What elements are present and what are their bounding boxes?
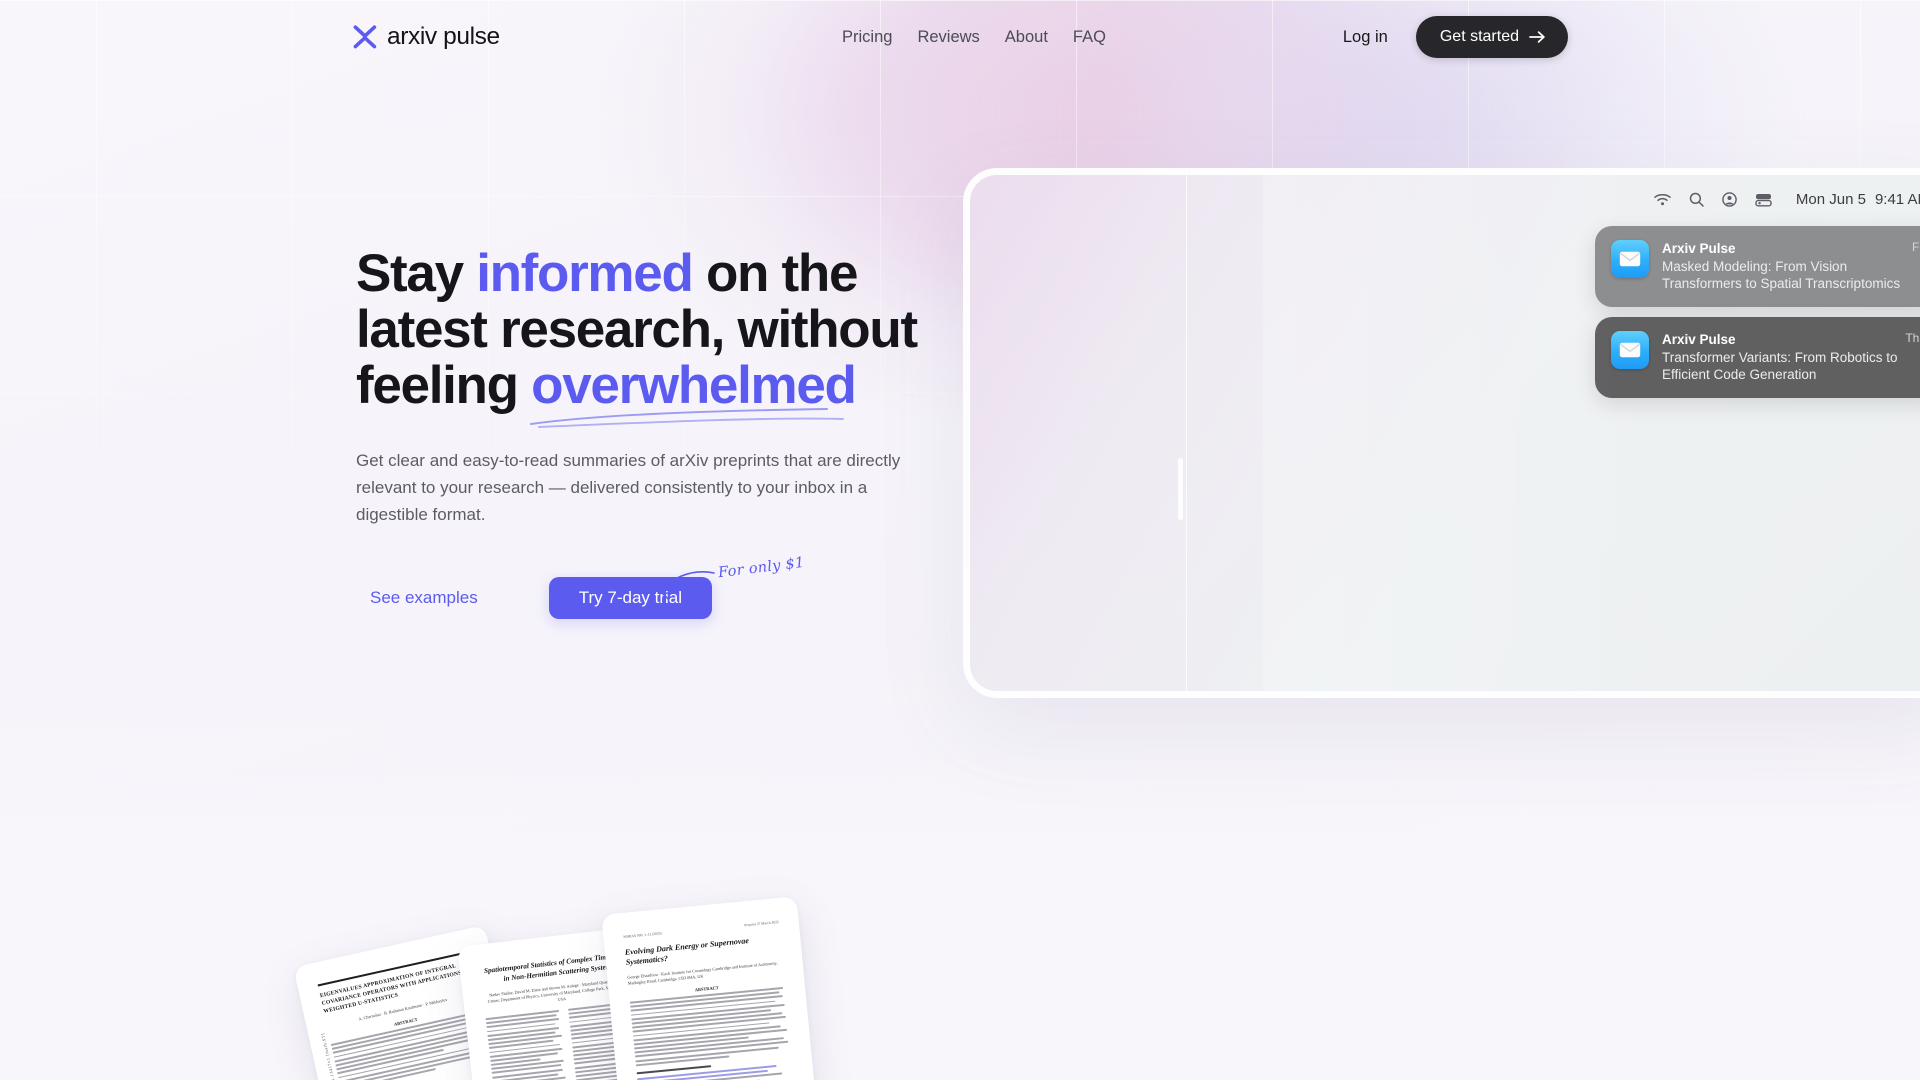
mail-icon xyxy=(1611,240,1649,278)
brand-logo[interactable]: arxiv pulse xyxy=(352,23,500,51)
paper-preview-group: arXiv:2501.13417v1 [math.ST] Eigenvalues… xyxy=(293,896,880,1080)
notification-item[interactable]: Arxiv Pulse Masked Modeling: From Vision… xyxy=(1595,226,1920,307)
x-logo-icon xyxy=(353,25,377,49)
notification-item[interactable]: Arxiv Pulse Transformer Variants: From R… xyxy=(1595,317,1920,398)
nav-link-about[interactable]: About xyxy=(1005,28,1048,47)
notification-stack: Arxiv Pulse Masked Modeling: From Vision… xyxy=(1595,226,1920,398)
headline-part-1: Stay xyxy=(356,244,477,303)
notification-body: Arxiv Pulse Masked Modeling: From Vision… xyxy=(1662,240,1920,292)
device-window-edge xyxy=(1186,168,1187,698)
wifi-icon[interactable] xyxy=(1654,193,1671,206)
device-mockup: Mon Jun 5 9:41 AM Arxiv Pulse Masked Mod… xyxy=(963,168,1920,698)
header-actions: Log in Get started xyxy=(1333,16,1568,58)
hero-actions: See examples Try 7-day trial For only $1 xyxy=(356,555,976,622)
notification-timestamp: Thu xyxy=(1905,331,1920,345)
login-link[interactable]: Log in xyxy=(1333,22,1398,53)
mail-icon xyxy=(1611,331,1649,369)
macos-menubar: Mon Jun 5 9:41 AM xyxy=(1654,191,1920,208)
see-examples-link[interactable]: See examples xyxy=(370,588,478,608)
get-started-label: Get started xyxy=(1439,28,1519,45)
menubar-clock: Mon Jun 5 9:41 AM xyxy=(1796,191,1920,208)
price-annotation: For only $1 xyxy=(642,555,805,614)
notification-app-name: Arxiv Pulse xyxy=(1662,332,1736,347)
device-scrollbar[interactable] xyxy=(1178,458,1183,520)
hand-drawn-underline-icon xyxy=(530,408,845,428)
get-started-button[interactable]: Get started xyxy=(1415,16,1568,58)
arrow-right-icon xyxy=(1529,31,1545,43)
nav-link-pricing[interactable]: Pricing xyxy=(842,28,892,47)
nav-link-faq[interactable]: FAQ xyxy=(1073,28,1106,47)
notification-app-name: Arxiv Pulse xyxy=(1662,241,1736,256)
menubar-date: Mon Jun 5 xyxy=(1795,191,1866,208)
notification-message: Masked Modeling: From Vision Transformer… xyxy=(1662,259,1901,291)
menubar-time: 9:41 AM xyxy=(1874,191,1920,208)
notification-message: Transformer Variants: From Robotics to E… xyxy=(1662,350,1898,382)
site-header: arxiv pulse Pricing Reviews About FAQ Lo… xyxy=(0,0,1920,74)
brand-name: arxiv pulse xyxy=(387,23,500,50)
control-center-icon[interactable] xyxy=(1722,192,1737,207)
notification-body: Arxiv Pulse Transformer Variants: From R… xyxy=(1662,331,1920,383)
page-title: Stay informed on the latest research, wi… xyxy=(356,244,976,428)
headline-accent-informed: informed xyxy=(476,244,694,303)
nav-link-reviews[interactable]: Reviews xyxy=(917,28,979,47)
battery-icon[interactable] xyxy=(1755,193,1772,207)
hero-subheading: Get clear and easy-to-read summaries of … xyxy=(356,451,901,524)
paper-body-lines xyxy=(629,986,794,1080)
main-navigation: Pricing Reviews About FAQ xyxy=(842,28,1106,47)
search-icon[interactable] xyxy=(1689,192,1704,207)
paper-preview-card[interactable]: MNRAS 000, 1–11 (2025) Preprint 27 March … xyxy=(601,896,823,1080)
notification-timestamp: Fri xyxy=(1912,240,1920,254)
bottom-fade-overlay xyxy=(0,660,1920,1080)
hero-section: Stay informed on the latest research, wi… xyxy=(356,246,976,622)
